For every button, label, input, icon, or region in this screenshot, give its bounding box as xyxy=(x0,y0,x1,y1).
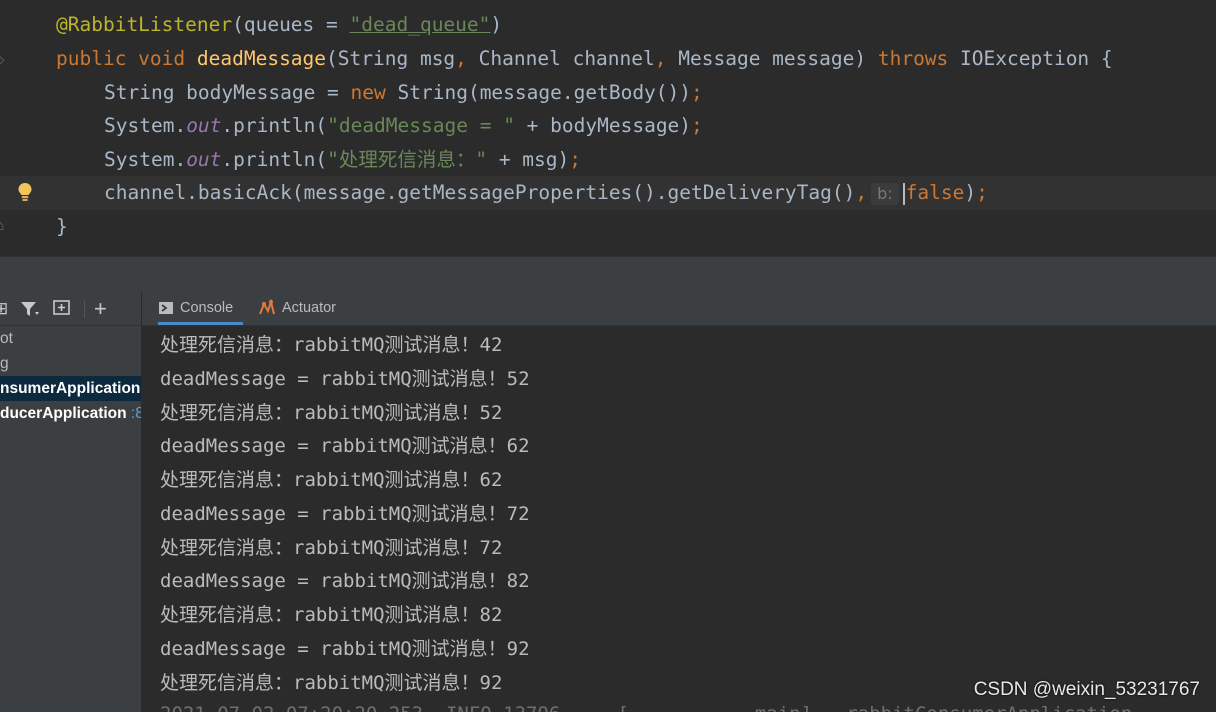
console-line: deadMessage = rabbitMQ测试消息！72 xyxy=(160,503,530,525)
semicolon-token: ; xyxy=(691,81,703,104)
console-icon xyxy=(159,302,173,315)
filter-icon[interactable] xyxy=(20,300,40,318)
code-token: IOException { xyxy=(960,47,1113,70)
console-line: deadMessage = rabbitMQ测试消息！82 xyxy=(160,570,530,592)
keyword-token: public void xyxy=(56,47,197,70)
run-tree-item[interactable]: g xyxy=(0,351,141,376)
code-token: Message message) xyxy=(678,47,878,70)
console-line: 处理死信消息：rabbitMQ测试消息！82 xyxy=(160,604,503,626)
console-line: 处理死信消息：rabbitMQ测试消息！92 xyxy=(160,672,503,694)
string-token: "dead_queue" xyxy=(349,13,491,36)
code-token: + bodyMessage) xyxy=(514,114,692,137)
code-token: ) xyxy=(964,181,977,204)
run-tree-item-consumer[interactable]: nsumerApplication xyxy=(0,376,141,401)
comma-token: , xyxy=(455,47,479,70)
text-caret xyxy=(902,182,905,205)
code-token: .println( xyxy=(221,114,328,137)
console-line: deadMessage = rabbitMQ测试消息！52 xyxy=(160,368,530,390)
tree-icon[interactable]: ⊞ xyxy=(0,299,8,319)
semicolon-token: ; xyxy=(691,114,703,137)
code-token: String bodyMessage = xyxy=(104,81,351,104)
annotation-token: @RabbitListener xyxy=(56,13,233,36)
code-token: (String msg xyxy=(326,47,456,70)
code-token: String(message.getBody()) xyxy=(397,81,692,104)
tree-item-label: ducerApplication xyxy=(0,405,127,422)
method-name-token: deadMessage xyxy=(196,47,327,70)
code-token: Channel channel xyxy=(478,47,655,70)
console-line: 处理死信消息：rabbitMQ测试消息！52 xyxy=(160,402,503,424)
console-tabbar: Console Actuator xyxy=(142,292,1216,326)
code-token: (queues = xyxy=(232,13,350,36)
port-label: :8 xyxy=(130,405,141,422)
parameter-hint: b: xyxy=(871,183,899,205)
console-line: deadMessage = rabbitMQ测试消息！92 xyxy=(160,638,530,660)
semicolon-token: ; xyxy=(976,181,988,204)
code-line-7: } xyxy=(0,210,1216,244)
keyword-token: throws xyxy=(877,47,961,70)
code-token: } xyxy=(56,215,68,238)
code-line-6-current: channel.basicAck(message.getMessagePrope… xyxy=(0,176,1216,210)
tab-console[interactable]: Console xyxy=(158,292,243,325)
run-panel: ⊞ + ot g nsumerApplication ducerApplicat… xyxy=(0,292,142,712)
code-line-3: String bodyMessage = new String(message.… xyxy=(0,76,1216,110)
actuator-icon xyxy=(259,299,275,315)
tab-label: Actuator xyxy=(282,300,336,316)
console-line: deadMessage = rabbitMQ测试消息！62 xyxy=(160,435,530,457)
string-token: "deadMessage = " xyxy=(327,114,515,137)
field-token: out xyxy=(186,114,222,137)
group-icon[interactable] xyxy=(52,299,72,317)
code-token: + msg) xyxy=(487,148,570,171)
toolbar-divider xyxy=(84,300,85,318)
code-token: .println( xyxy=(221,148,328,171)
tree-item-label: nsumerApplication xyxy=(0,380,141,397)
code-token: System. xyxy=(104,114,187,137)
console-line: 处理死信消息：rabbitMQ测试消息！62 xyxy=(160,469,503,491)
tab-actuator[interactable]: Actuator xyxy=(258,292,336,325)
code-token: System. xyxy=(104,148,187,171)
lightbulb-icon[interactable] xyxy=(16,181,34,203)
panel-splitter[interactable] xyxy=(0,256,1216,293)
keyword-token: false xyxy=(905,181,965,204)
csdn-watermark: CSDN @weixin_53231767 xyxy=(973,679,1200,700)
code-line-2: public void deadMessage(String msg, Chan… xyxy=(0,42,1216,76)
code-line-1: @RabbitListener(queues = "dead_queue") xyxy=(0,8,1216,42)
tree-item-label: ot xyxy=(0,330,13,347)
run-tree-item[interactable]: ot xyxy=(0,326,141,351)
tab-label: Console xyxy=(180,300,234,316)
console-line: 处理死信消息：rabbitMQ测试消息！42 xyxy=(160,334,503,356)
run-tree-item-producer[interactable]: ducerApplication :8 xyxy=(0,401,141,426)
comma-token: , xyxy=(654,47,679,70)
code-line-5: System.out.println("处理死信消息：" + msg); xyxy=(0,143,1216,177)
code-editor[interactable]: ◇ ⌂ @RabbitListener(queues = "dead_queue… xyxy=(0,0,1216,256)
field-token: out xyxy=(186,148,222,171)
comma-token: , xyxy=(855,181,868,204)
console-line: 处理死信消息：rabbitMQ测试消息！72 xyxy=(160,537,503,559)
code-token: channel.basicAck(message.getMessagePrope… xyxy=(104,181,856,204)
tree-item-label: g xyxy=(0,355,9,372)
console-line-partial: 2021-07-02 07:20:20.253 INFO 13796 --- [… xyxy=(160,702,1132,712)
keyword-token: new xyxy=(350,81,398,104)
add-icon[interactable]: + xyxy=(94,296,107,322)
run-toolbar: ⊞ + xyxy=(0,292,141,326)
console-output[interactable]: 处理死信消息：rabbitMQ测试消息！42 deadMessage = rab… xyxy=(142,326,1216,712)
semicolon-token: ; xyxy=(569,148,582,171)
code-line-4: System.out.println("deadMessage = " + bo… xyxy=(0,109,1216,143)
code-token: ) xyxy=(490,13,503,36)
string-token: "处理死信消息：" xyxy=(327,148,488,171)
